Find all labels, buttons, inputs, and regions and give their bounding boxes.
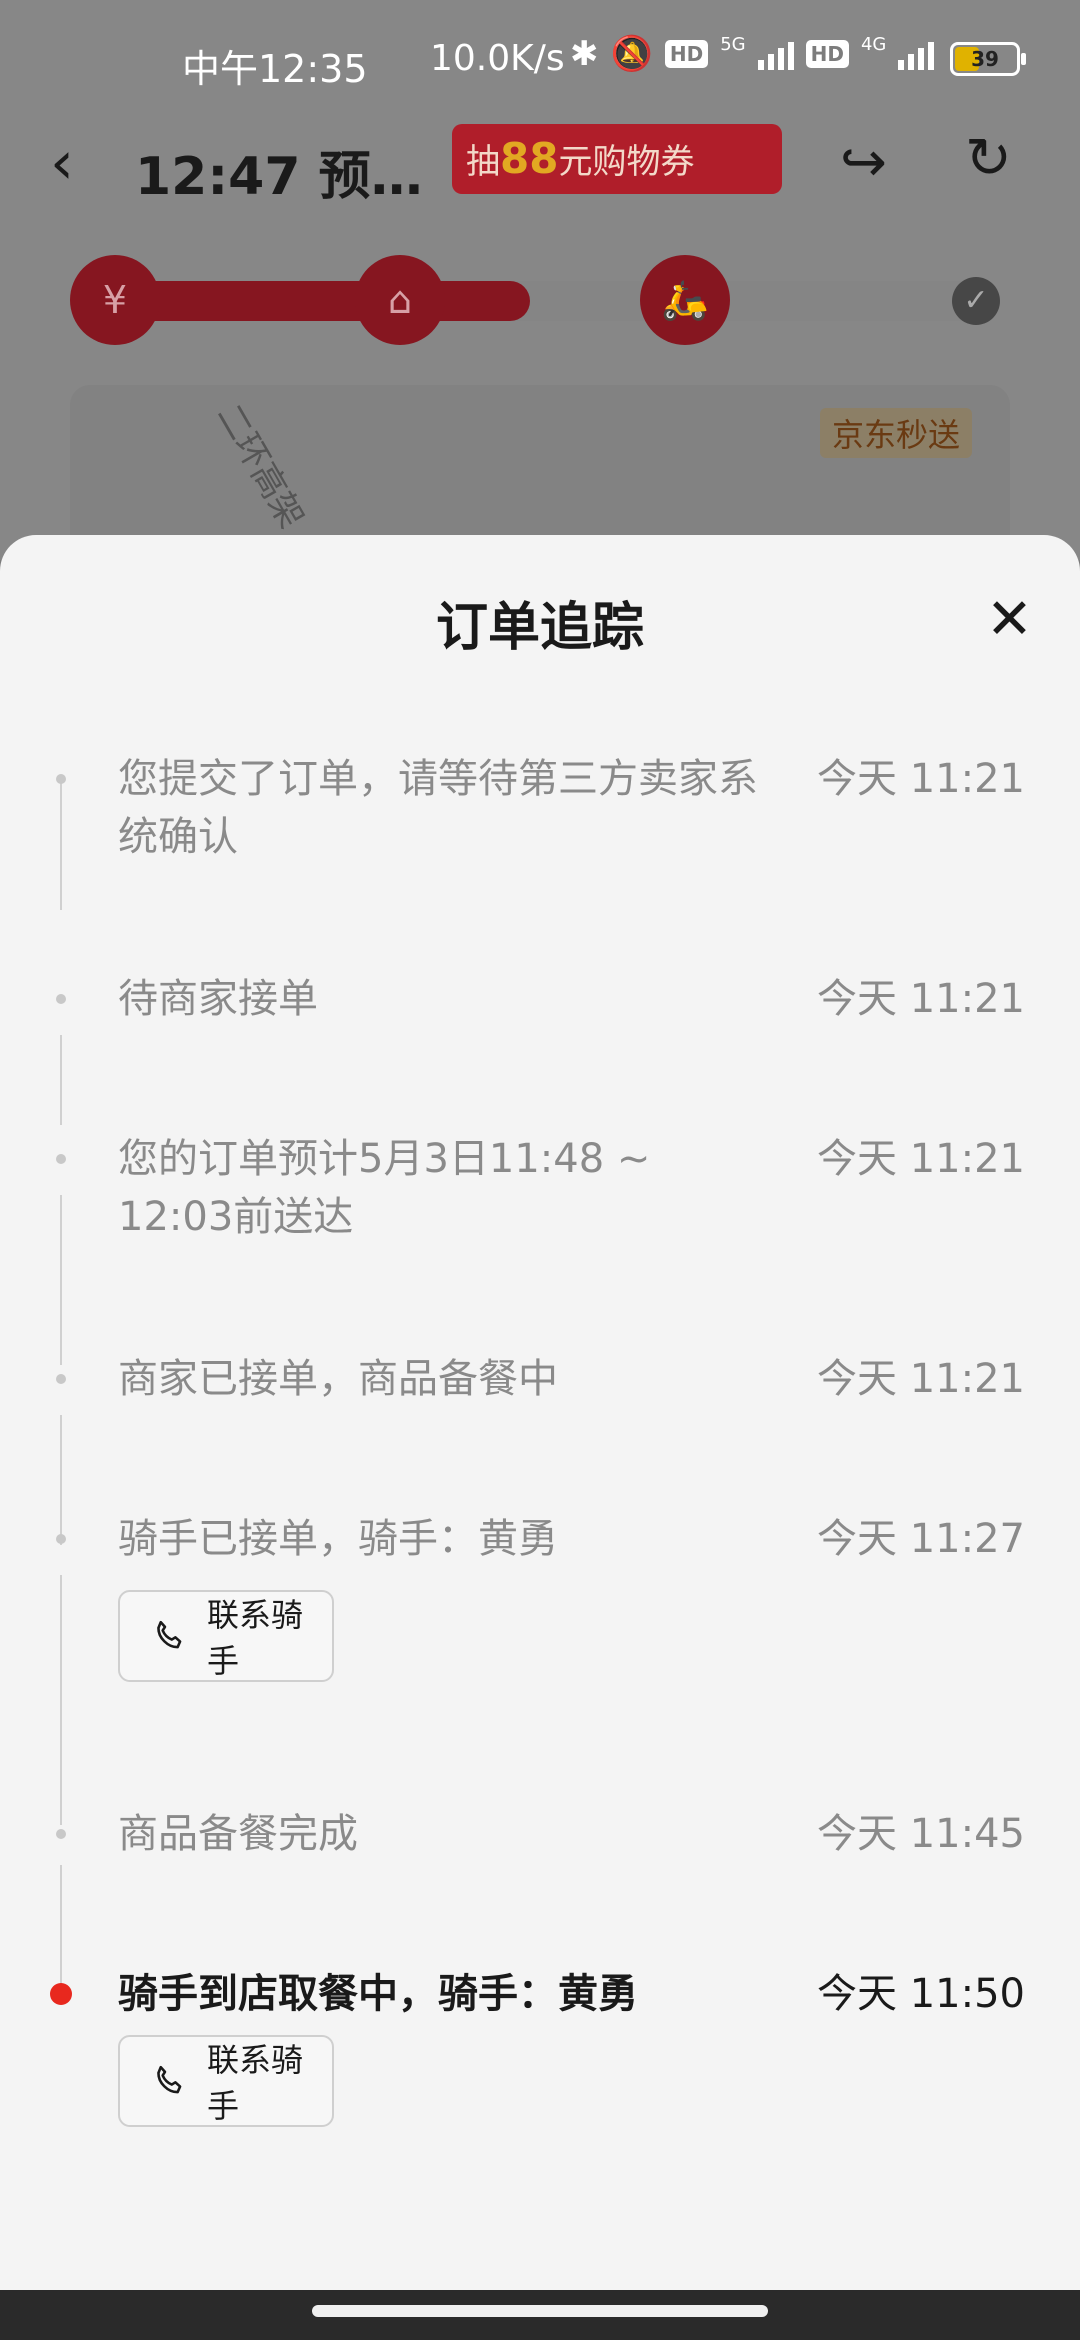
- event-text: 您提交了订单，请等待第三方卖家系统确认: [118, 756, 758, 860]
- top-nav: ‹ 12:47 预… 抽88元购物券 ↪ ↻: [0, 120, 1080, 210]
- contact-rider-label: 联系骑手: [207, 1596, 304, 1680]
- event-time: 今天 11:21: [817, 756, 1025, 802]
- contact-rider-label: 联系骑手: [207, 2041, 304, 2125]
- share-icon[interactable]: ↪: [840, 130, 887, 195]
- map-tag: 京东秒送: [820, 408, 973, 458]
- timeline-dot: [56, 774, 66, 784]
- bluetooth-icon: ✱: [570, 34, 599, 74]
- event-text: 您的订单预计5月3日11:48 ~ 12:03前送达: [118, 1136, 651, 1240]
- event-time: 今天 11:27: [817, 1516, 1025, 1562]
- timeline-line: [60, 1035, 62, 1125]
- phone-icon: [157, 1620, 182, 1649]
- status-time: 中午12:35: [182, 47, 368, 91]
- delivery-scooter-icon: 🛵: [640, 255, 730, 345]
- event-text: 骑手已接单，骑手：黄勇: [118, 1516, 558, 1562]
- close-icon[interactable]: ✕: [986, 587, 1033, 652]
- phone-icon: [157, 2065, 182, 2094]
- network-speed: 10.0K/s: [430, 38, 565, 79]
- back-arrow-icon[interactable]: ‹: [50, 128, 74, 198]
- event-time: 今天 11:21: [817, 1136, 1025, 1182]
- signal-4g: 4G: [860, 33, 887, 55]
- event-time: 今天 11:50: [817, 1971, 1025, 2017]
- signal-bars-icon-2: [898, 38, 935, 70]
- timeline-dot: [56, 1534, 66, 1544]
- timeline-line: [60, 1575, 62, 1825]
- event-text: 待商家接单: [118, 976, 318, 1022]
- event-text: 商家已接单，商品备餐中: [118, 1356, 558, 1402]
- store-icon: ⌂: [355, 255, 445, 345]
- timeline-line: [60, 780, 62, 910]
- sheet-title: 订单追踪: [435, 598, 644, 658]
- event-text: 骑手到店取餐中，骑手：黄勇: [118, 1971, 638, 2017]
- contact-rider-button[interactable]: 联系骑手: [118, 2035, 334, 2127]
- order-tracking-sheet: 订单追踪 ✕ 您提交了订单，请等待第三方卖家系统确认 今天 11:21 待商家接…: [0, 535, 1080, 2290]
- timeline-line: [60, 1415, 62, 1545]
- check-icon: ✓: [952, 277, 1000, 325]
- battery-icon: 39: [950, 42, 1026, 76]
- event-time: 今天 11:21: [817, 976, 1025, 1022]
- promo-suffix: 元购物券: [558, 142, 695, 182]
- contact-rider-button[interactable]: 联系骑手: [118, 1590, 334, 1682]
- timeline-dot: [56, 1374, 66, 1384]
- page-title: 12:47 预…: [135, 147, 423, 207]
- status-bar: 中午12:35 10.0K/s ✱ 🔕 HD 5G HD 4G 39: [0, 0, 1080, 120]
- event-time: 今天 11:21: [817, 1356, 1025, 1402]
- timeline-line: [60, 1865, 62, 1995]
- promo-prefix: 抽: [466, 142, 500, 182]
- promo-banner[interactable]: 抽88元购物券: [452, 124, 782, 194]
- hd-badge: HD: [664, 40, 709, 68]
- event-text: 商品备餐完成: [118, 1811, 358, 1857]
- timeline-dot: [56, 1829, 66, 1839]
- signal-bars-icon: [757, 38, 794, 70]
- promo-amount: 88: [500, 134, 559, 183]
- timeline-line: [60, 1195, 62, 1365]
- timeline-dot: [56, 994, 66, 1004]
- refresh-icon[interactable]: ↻: [965, 126, 1012, 191]
- signal-5g: 5G: [720, 33, 746, 55]
- status-icons: ✱ 🔕 HD 5G HD 4G: [570, 33, 935, 74]
- timeline-dot-active: [50, 1983, 72, 2005]
- home-indicator[interactable]: [312, 2305, 768, 2317]
- battery-level: 39: [971, 47, 999, 71]
- progress-track: [90, 281, 1000, 321]
- payment-icon: ¥: [70, 255, 160, 345]
- mute-bell-icon: 🔕: [610, 34, 653, 74]
- event-time: 今天 11:45: [817, 1811, 1025, 1857]
- order-progress-bar: ¥ ⌂ 🛵 ✓: [70, 255, 1010, 345]
- timeline-dot: [56, 1154, 66, 1164]
- hd-badge-2: HD: [805, 40, 849, 68]
